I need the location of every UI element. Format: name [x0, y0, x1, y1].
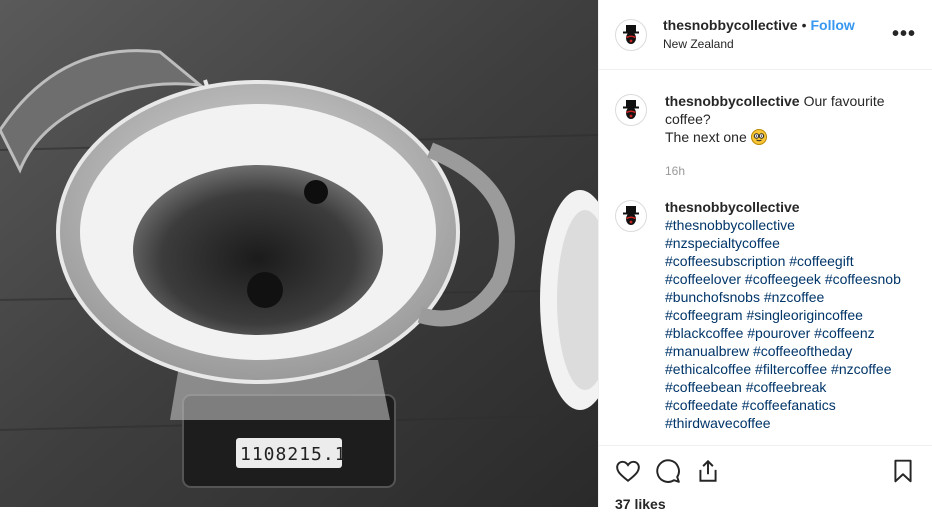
top-hat-logo-icon	[623, 24, 639, 44]
post-author-username[interactable]: thesnobbycollective	[663, 17, 798, 34]
hashtag-comment: thesnobbycollective #thesnobbycollective…	[615, 198, 916, 432]
caption-timestamp[interactable]: 16h	[665, 162, 905, 180]
hashtag-line[interactable]: #coffeesubscription #coffeegift	[665, 252, 905, 270]
header-separator: •	[801, 16, 807, 33]
comments-list[interactable]: thesnobbycollective Our favourite coffee?…	[599, 70, 932, 445]
comment-icon[interactable]	[655, 458, 681, 484]
scale-weight-right: 215.1	[287, 443, 347, 465]
caption-username[interactable]: thesnobbycollective	[665, 93, 800, 109]
hashtag-line[interactable]: #coffeedate #coffeefanatics	[665, 396, 905, 414]
post-actions: 37 likes	[599, 445, 932, 512]
post-header: thesnobbycollective • Follow New Zealand…	[599, 0, 932, 70]
caption-text-line2: The next one	[665, 129, 747, 145]
post-location[interactable]: New Zealand	[663, 36, 855, 53]
scale-readout: 1108 215.1	[240, 442, 346, 466]
hashtag-line[interactable]: #coffeegram #singleorigincoffee	[665, 306, 905, 324]
top-hat-logo-icon	[623, 100, 639, 119]
hashtag-line[interactable]: #manualbrew #coffeeoftheday	[665, 342, 905, 360]
follow-button[interactable]: Follow	[811, 17, 855, 34]
top-hat-logo-icon	[623, 206, 639, 225]
hashtag-line[interactable]: #coffeebean #coffeebreak	[665, 378, 905, 396]
hashtag-line[interactable]: #nzspecialtycoffee	[665, 234, 905, 252]
avatar[interactable]	[615, 200, 647, 232]
hashtag-line[interactable]: #thirdwavecoffee	[665, 414, 905, 432]
post-photo[interactable]: 1108 215.1	[0, 0, 598, 507]
more-options-icon[interactable]: •••	[892, 24, 916, 44]
comment-username[interactable]: thesnobbycollective	[665, 199, 800, 215]
likes-count[interactable]: 37 likes	[615, 496, 916, 512]
scale-weight-left: 1108	[240, 443, 288, 465]
hashtag-line[interactable]: #ethicalcoffee #filtercoffee #nzcoffee	[665, 360, 905, 378]
caption-comment: thesnobbycollective Our favourite coffee?…	[615, 92, 916, 180]
hashtag-line[interactable]: #bunchofsnobs #nzcoffee	[665, 288, 905, 306]
heart-icon[interactable]	[615, 458, 641, 484]
bookmark-icon[interactable]	[890, 458, 916, 484]
hashtag-line[interactable]: #blackcoffee #pourover #coffeenz	[665, 324, 905, 342]
avatar[interactable]	[615, 94, 647, 126]
hashtag-line[interactable]: #thesnobbycollective	[665, 216, 905, 234]
nerd-face-emoji-icon	[750, 129, 767, 145]
post-side-panel: thesnobbycollective • Follow New Zealand…	[598, 0, 932, 512]
coffee-pourover-image	[0, 0, 598, 507]
avatar[interactable]	[615, 18, 647, 51]
hashtag-line[interactable]: #coffeelover #coffeegeek #coffeesnob	[665, 270, 905, 288]
share-icon[interactable]	[695, 458, 721, 484]
